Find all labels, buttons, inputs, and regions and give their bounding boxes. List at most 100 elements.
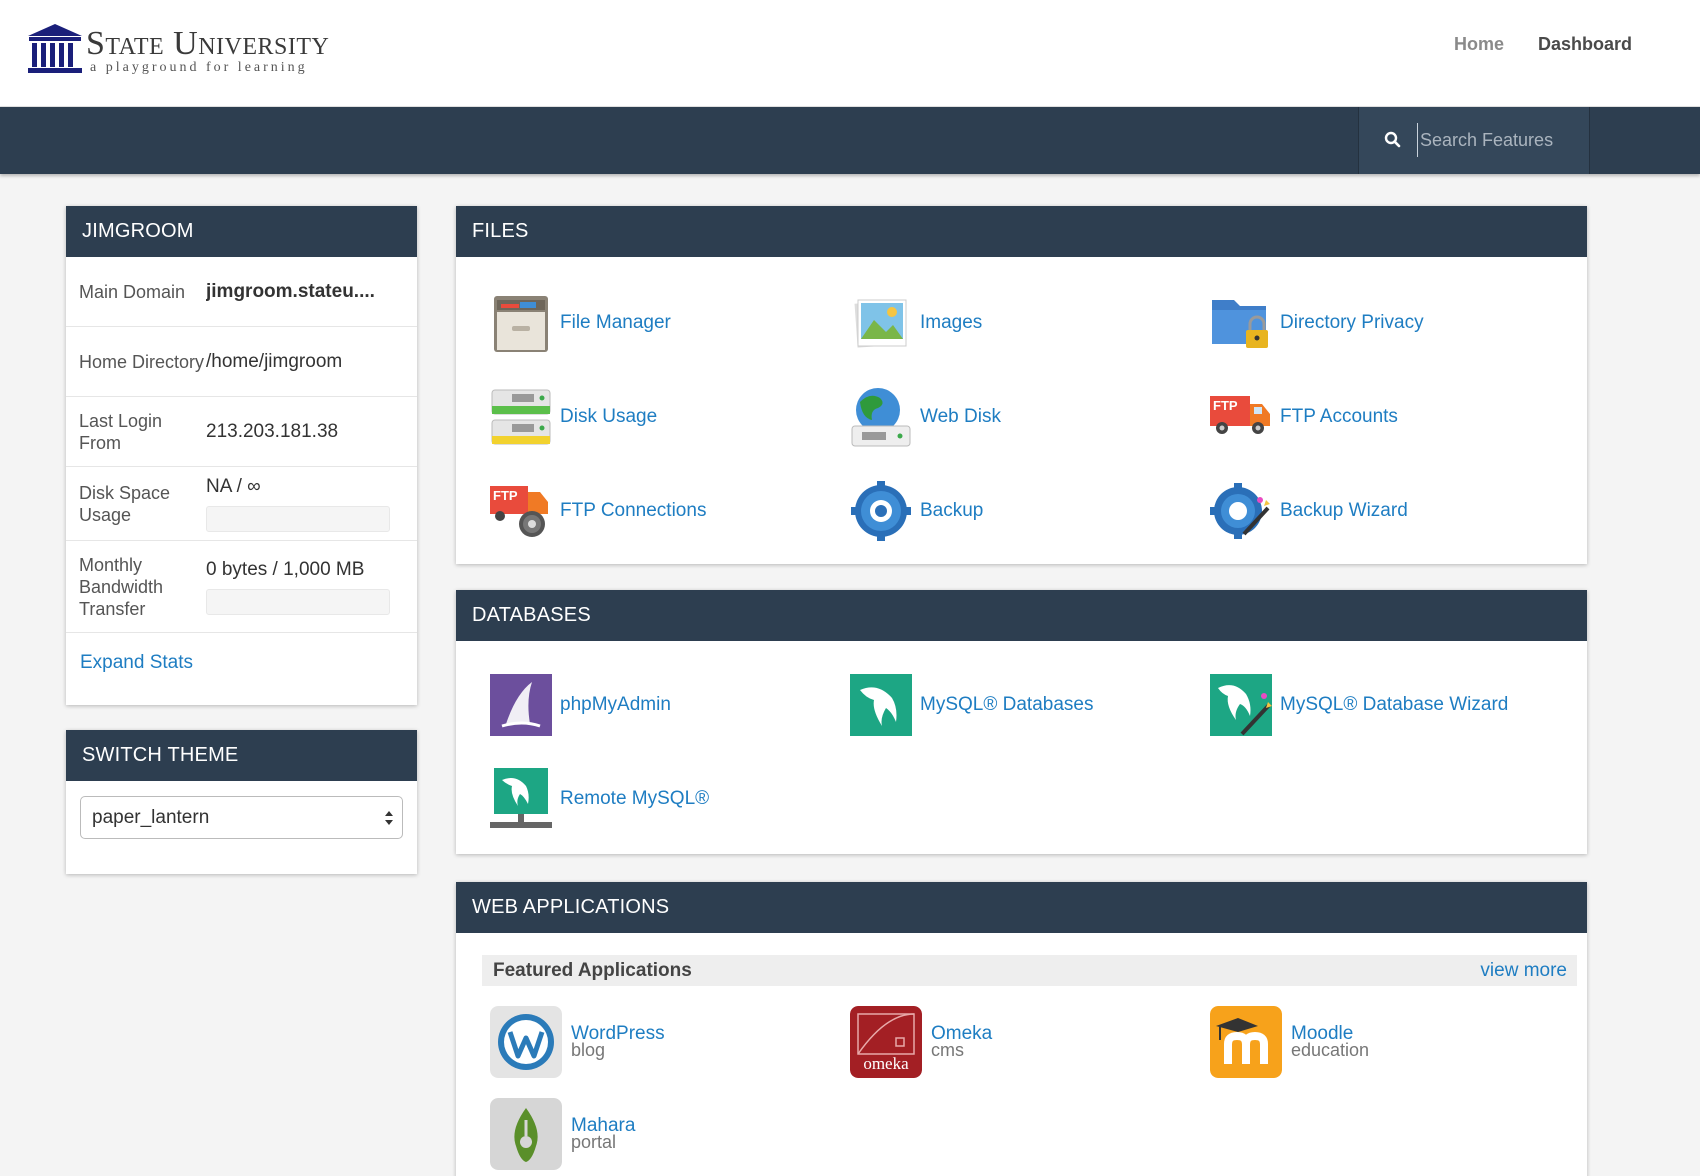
app-category: cms (931, 1040, 964, 1060)
wordpress-icon (490, 1006, 562, 1078)
files-panel-title: FILES (456, 206, 1587, 257)
feature-label: phpMyAdmin (560, 694, 671, 715)
images-link[interactable]: Images (848, 290, 982, 356)
stat-value: NA / ∞ (206, 475, 261, 497)
mysql-wizard-icon (1210, 674, 1272, 736)
app-category: blog (571, 1040, 606, 1060)
file-manager-link[interactable]: File Manager (488, 290, 671, 356)
mysql-database-wizard-link[interactable]: MySQL® Database Wizard (1208, 672, 1508, 738)
theme-card-title: SWITCH THEME (66, 730, 417, 781)
disk-usage-meter (206, 505, 390, 532)
web-applications-panel: WEB APPLICATIONS Featured Applications v… (456, 882, 1587, 1176)
web-disk-link[interactable]: Web Disk (848, 384, 1001, 450)
web-disk-icon (851, 388, 911, 447)
stat-row-disk-space: Disk Space Usage NA / ∞ (66, 467, 417, 541)
feature-label: Backup (920, 500, 984, 521)
select-arrows-icon (385, 811, 393, 825)
feature-label: Remote MySQL® (560, 788, 710, 809)
brand-title: State University (86, 25, 330, 62)
stat-label: Monthly Bandwidth Transfer (79, 554, 164, 619)
feature-label: Disk Usage (560, 406, 658, 427)
expand-stats-link[interactable]: Expand Stats (66, 633, 417, 693)
nav-strip (0, 107, 1700, 174)
disk-usage-icon (491, 389, 551, 445)
stat-label: Main Domain (79, 281, 186, 302)
stat-label: Home Directory (79, 351, 205, 372)
ftp-badge-text: FTP (1213, 398, 1238, 413)
files-panel: FILES File Manager Images Directory Priv… (456, 206, 1587, 564)
file-manager-icon (494, 296, 548, 352)
university-logo[interactable]: State University a playground for learni… (26, 22, 356, 82)
app-omeka[interactable]: omeka Omeka cms (850, 1006, 992, 1078)
backup-wizard-link[interactable]: Backup Wizard (1208, 478, 1408, 544)
ftp-connections-link[interactable]: FTP FTP Connections (488, 478, 706, 544)
featured-applications-bar: Featured Applications view more (482, 955, 1577, 986)
stat-value: /home/jimgroom (206, 350, 343, 372)
search-features-input[interactable] (1417, 123, 1577, 157)
stat-value: jimgroom.stateu.... (206, 280, 375, 302)
directory-privacy-icon (1212, 300, 1268, 348)
university-building-icon (28, 24, 82, 73)
mysql-databases-icon (850, 674, 912, 736)
moodle-icon (1210, 1006, 1282, 1078)
app-wordpress[interactable]: WordPress blog (490, 1006, 665, 1078)
switch-theme-card: SWITCH THEME paper_lantern (66, 730, 417, 874)
directory-privacy-link[interactable]: Directory Privacy (1208, 290, 1424, 356)
account-stats-card: JIMGROOM Main Domain jimgroom.stateu....… (66, 206, 417, 705)
search-icon (1384, 131, 1401, 148)
backup-wizard-icon (1210, 483, 1270, 539)
feature-label: Directory Privacy (1280, 312, 1424, 333)
ftp-connections-icon: FTP (490, 486, 548, 537)
app-moodle[interactable]: Moodle education (1210, 1006, 1369, 1078)
search-box[interactable] (1358, 107, 1590, 174)
top-header: State University a playground for learni… (0, 0, 1700, 107)
remote-mysql-icon (490, 768, 552, 828)
stat-value: 213.203.181.38 (206, 420, 339, 442)
app-category: education (1291, 1040, 1370, 1060)
feature-label: Backup Wizard (1280, 500, 1408, 521)
ftp-badge-text: FTP (493, 488, 518, 503)
stat-row-main-domain: Main Domain jimgroom.stateu.... (66, 257, 417, 327)
stat-value: 0 bytes / 1,000 MB (206, 558, 365, 580)
featured-applications-label: Featured Applications (493, 960, 692, 981)
omeka-badge-text: omeka (863, 1054, 909, 1073)
view-more-link[interactable]: view more (1480, 960, 1567, 982)
stat-label: Last Login From (79, 410, 163, 453)
ftp-accounts-link[interactable]: FTP FTP Accounts (1208, 384, 1398, 450)
phpmyadmin-icon (490, 674, 552, 736)
top-nav: Home Dashboard (1454, 34, 1632, 55)
stat-label: Disk Space Usage (79, 482, 171, 525)
stat-value-group: NA / ∞ (206, 467, 417, 540)
feature-label: FTP Accounts (1280, 406, 1398, 427)
bandwidth-meter (206, 588, 390, 615)
web-applications-panel-title: WEB APPLICATIONS (456, 882, 1587, 933)
theme-select[interactable]: paper_lantern (80, 796, 403, 839)
stat-value-group: 0 bytes / 1,000 MB (206, 541, 417, 632)
app-mahara[interactable]: Mahara portal (490, 1098, 635, 1170)
theme-select-value: paper_lantern (92, 807, 210, 828)
mysql-databases-link[interactable]: MySQL® Databases (848, 672, 1093, 738)
feature-label: MySQL® Databases (920, 694, 1094, 715)
feature-label: Web Disk (920, 406, 1001, 427)
disk-usage-link[interactable]: Disk Usage (488, 384, 657, 450)
feature-label: FTP Connections (560, 500, 707, 521)
feature-label: File Manager (560, 312, 671, 333)
feature-label: Images (920, 312, 983, 333)
databases-panel: DATABASES phpMyAdmin MySQL® Databases My… (456, 590, 1587, 854)
brand-tagline: a playground for learning (90, 60, 308, 75)
phpmyadmin-link[interactable]: phpMyAdmin (488, 672, 671, 738)
nav-dashboard-link[interactable]: Dashboard (1538, 34, 1632, 55)
mahara-icon (490, 1098, 562, 1170)
backup-icon (851, 481, 911, 541)
omeka-icon: omeka (850, 1006, 922, 1078)
app-category: portal (571, 1132, 617, 1152)
backup-link[interactable]: Backup (848, 478, 983, 544)
stat-row-home-directory: Home Directory /home/jimgroom (66, 327, 417, 397)
databases-panel-title: DATABASES (456, 590, 1587, 641)
remote-mysql-link[interactable]: Remote MySQL® (488, 766, 709, 832)
images-icon (854, 299, 907, 348)
feature-label: MySQL® Database Wizard (1280, 694, 1509, 715)
ftp-accounts-icon: FTP (1210, 396, 1270, 434)
account-card-title: JIMGROOM (66, 206, 417, 257)
nav-home-link[interactable]: Home (1454, 34, 1504, 55)
